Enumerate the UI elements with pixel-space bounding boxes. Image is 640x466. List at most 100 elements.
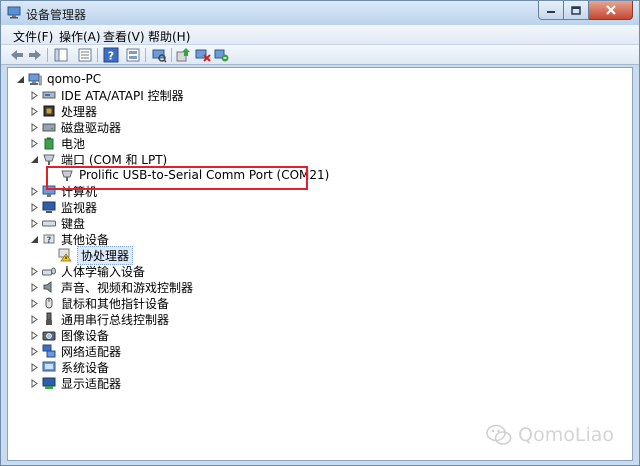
tree-item-system[interactable]: 系统设备 bbox=[30, 359, 109, 375]
hid-icon bbox=[42, 267, 56, 276]
tree-item-label: 磁盘驱动器 bbox=[61, 120, 122, 135]
tree-root[interactable]: qomo-PC bbox=[16, 71, 101, 87]
svg-text:?: ? bbox=[47, 236, 52, 245]
tree-item-label: 键盘 bbox=[61, 216, 86, 231]
properties-pane-icon[interactable] bbox=[53, 47, 69, 63]
toolbar-separator bbox=[171, 48, 172, 62]
close-icon bbox=[605, 5, 616, 15]
tree-item-mouse[interactable]: 鼠标和其他指针设备 bbox=[30, 295, 169, 311]
port-icon bbox=[43, 154, 55, 165]
maximize-button[interactable] bbox=[564, 1, 589, 20]
expand-arrow-icon[interactable] bbox=[30, 346, 39, 356]
toolbar-separator bbox=[47, 48, 48, 62]
expand-arrow-icon[interactable] bbox=[30, 362, 39, 372]
tree-item-usb[interactable]: 通用串行总线控制器 bbox=[30, 311, 169, 327]
expand-arrow-icon[interactable] bbox=[30, 266, 39, 276]
tree-item-monitors[interactable]: 监视器 bbox=[30, 199, 97, 215]
tree-item-coprocessor[interactable]: 协处理器 bbox=[58, 245, 134, 265]
ide-controller-icon bbox=[42, 91, 56, 99]
tree-item-display-adapter[interactable]: 显示适配器 bbox=[30, 375, 121, 391]
device-manager-window: 设备管理器 文件(F) 操作(A) 查看(V) 帮助(H) ? qomo-PC … bbox=[0, 0, 640, 466]
tree-item-keyboard[interactable]: 键盘 bbox=[30, 215, 85, 231]
keyboard-icon bbox=[42, 220, 56, 227]
monitor-icon bbox=[42, 201, 56, 213]
expand-arrow-icon[interactable] bbox=[30, 138, 39, 148]
tree-item-label: 处理器 bbox=[61, 104, 98, 119]
processor-icon bbox=[43, 105, 55, 117]
list-view-icon[interactable] bbox=[77, 47, 93, 63]
minimize-icon bbox=[547, 11, 555, 13]
expand-arrow-icon[interactable] bbox=[30, 378, 39, 388]
sound-icon bbox=[43, 281, 52, 293]
expand-arrow-icon[interactable] bbox=[30, 202, 39, 212]
tree-item-label: 声音、视频和游戏控制器 bbox=[61, 280, 194, 295]
tree-item-imaging[interactable]: 图像设备 bbox=[30, 327, 109, 343]
tree-item-network[interactable]: 网络适配器 bbox=[30, 343, 121, 359]
tree-item-processor[interactable]: 处理器 bbox=[30, 103, 97, 119]
watermark-text: QomoLiao bbox=[518, 424, 614, 446]
mouse-icon bbox=[45, 297, 53, 309]
tree-item-label: 鼠标和其他指针设备 bbox=[61, 296, 170, 311]
tree-item-label: IDE ATA/ATAPI 控制器 bbox=[61, 88, 184, 103]
menu-file[interactable]: 文件(F) bbox=[13, 28, 53, 45]
expand-arrow-icon[interactable] bbox=[30, 282, 39, 292]
back-arrow-icon[interactable] bbox=[9, 47, 25, 63]
tree-item-label: 端口 (COM 和 LPT) bbox=[61, 152, 168, 167]
collapse-arrow-icon[interactable] bbox=[16, 75, 25, 84]
toolbar-separator bbox=[97, 48, 98, 62]
tree-item-label: 网络适配器 bbox=[61, 344, 122, 359]
tree-item-ports[interactable]: 端口 (COM 和 LPT) bbox=[30, 151, 167, 167]
tree-item-label: 通用串行总线控制器 bbox=[61, 312, 170, 327]
display-adapter-icon bbox=[42, 377, 56, 389]
warning-device-icon bbox=[58, 248, 72, 262]
expand-arrow-icon[interactable] bbox=[30, 90, 39, 100]
device-tree[interactable]: qomo-PC IDE ATA/ATAPI 控制器 处理器 磁盘驱动器 电池 端… bbox=[7, 67, 633, 461]
collapse-arrow-icon[interactable] bbox=[30, 235, 39, 244]
scan-hardware-icon[interactable] bbox=[151, 47, 167, 63]
network-icon bbox=[42, 344, 56, 358]
uninstall-device-icon[interactable] bbox=[213, 47, 229, 63]
tree-item-disk-drives[interactable]: 磁盘驱动器 bbox=[30, 119, 121, 135]
toolbar-separator bbox=[145, 48, 146, 62]
highlight-box bbox=[46, 166, 308, 190]
collapse-arrow-icon[interactable] bbox=[30, 155, 39, 164]
expand-arrow-icon[interactable] bbox=[30, 186, 39, 196]
expand-arrow-icon[interactable] bbox=[30, 330, 39, 340]
wechat-icon bbox=[486, 424, 512, 445]
tree-item-ide[interactable]: IDE ATA/ATAPI 控制器 bbox=[30, 87, 184, 103]
tree-item-label: 电池 bbox=[61, 136, 86, 151]
usb-icon bbox=[46, 312, 52, 325]
imaging-icon bbox=[42, 331, 56, 341]
expand-arrow-icon[interactable] bbox=[30, 298, 39, 308]
tree-item-label: 显示适配器 bbox=[61, 376, 122, 391]
tree-item-battery[interactable]: 电池 bbox=[30, 135, 85, 151]
menu-view[interactable]: 查看(V) bbox=[103, 28, 145, 45]
close-button[interactable] bbox=[589, 1, 633, 20]
maximize-icon bbox=[571, 5, 581, 15]
svg-text:?: ? bbox=[108, 50, 114, 63]
tree-item-hid[interactable]: 人体学输入设备 bbox=[30, 263, 145, 279]
expand-arrow-icon[interactable] bbox=[30, 106, 39, 116]
minimize-button[interactable] bbox=[538, 1, 564, 20]
details-view-icon[interactable] bbox=[125, 47, 141, 63]
battery-icon bbox=[44, 137, 54, 150]
expand-arrow-icon[interactable] bbox=[30, 218, 39, 228]
disable-device-icon[interactable] bbox=[195, 47, 211, 63]
tree-item-sound[interactable]: 声音、视频和游戏控制器 bbox=[30, 279, 193, 295]
toolbar: ? bbox=[1, 45, 639, 65]
update-driver-icon[interactable] bbox=[175, 47, 191, 63]
tree-item-label: 系统设备 bbox=[61, 360, 110, 375]
disk-drive-icon bbox=[42, 123, 56, 132]
device-manager-icon bbox=[7, 6, 21, 19]
menu-action[interactable]: 操作(A) bbox=[59, 28, 101, 45]
tree-item-label: 人体学输入设备 bbox=[61, 264, 146, 279]
title-bar[interactable]: 设备管理器 bbox=[1, 1, 639, 25]
expand-arrow-icon[interactable] bbox=[30, 122, 39, 132]
other-devices-icon: ? bbox=[43, 234, 55, 245]
expand-arrow-icon[interactable] bbox=[30, 314, 39, 324]
menu-help[interactable]: 帮助(H) bbox=[148, 28, 190, 45]
forward-arrow-icon[interactable] bbox=[27, 47, 43, 63]
help-icon[interactable]: ? bbox=[103, 47, 119, 63]
tree-item-label: 图像设备 bbox=[61, 328, 110, 343]
tree-root-label: qomo-PC bbox=[47, 72, 102, 86]
